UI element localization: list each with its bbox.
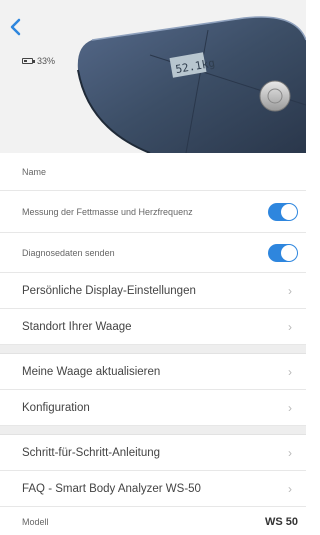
update-label: Meine Waage aktualisieren — [22, 365, 161, 378]
battery-status: 33% — [22, 56, 55, 66]
battery-icon — [22, 58, 35, 64]
fat-toggle[interactable] — [268, 202, 298, 221]
section-divider — [0, 345, 306, 354]
faq-label: FAQ - Smart Body Analyzer WS-50 — [22, 482, 201, 495]
display-label: Persönliche Display-Einstellungen — [22, 284, 196, 297]
chevron-right-icon: › — [288, 319, 292, 334]
model-label: Modell — [22, 517, 49, 527]
update-row[interactable]: Meine Waage aktualisieren › — [0, 354, 306, 390]
display-settings-row[interactable]: Persönliche Display-Einstellungen › — [0, 273, 306, 309]
chevron-right-icon: › — [288, 481, 292, 496]
diag-toggle[interactable] — [268, 243, 298, 262]
settings-list: Name Messung der Fettmasse und Herzfrequ… — [0, 153, 306, 535]
fat-label: Messung der Fettmasse und Herzfrequenz — [22, 206, 193, 217]
chevron-right-icon: › — [288, 283, 292, 298]
configuration-row[interactable]: Konfiguration › — [0, 390, 306, 426]
chevron-right-icon: › — [288, 364, 292, 379]
toggle-knob — [281, 203, 297, 220]
chevron-left-icon — [10, 18, 21, 36]
name-label: Name — [22, 166, 47, 177]
diagnostics-row: Diagnosedaten senden — [0, 233, 306, 273]
config-label: Konfiguration — [22, 401, 90, 414]
battery-text: 33% — [37, 56, 56, 66]
scale-hero: 52.1kg 33% — [0, 0, 306, 153]
diag-label: Diagnosedaten senden — [22, 247, 115, 258]
name-row[interactable]: Name — [0, 153, 306, 191]
section-divider — [0, 426, 306, 435]
location-label: Standort Ihrer Waage — [22, 320, 132, 333]
location-row[interactable]: Standort Ihrer Waage › — [0, 309, 306, 345]
faq-row[interactable]: FAQ - Smart Body Analyzer WS-50 › — [0, 471, 306, 507]
toggle-knob — [281, 244, 297, 261]
fat-measurement-row: Messung der Fettmasse und Herzfrequenz — [0, 191, 306, 233]
chevron-right-icon: › — [288, 400, 292, 415]
guide-row[interactable]: Schritt-für-Schritt-Anleitung › — [0, 435, 306, 471]
model-row: Modell WS 50 — [0, 507, 306, 535]
guide-label: Schritt-für-Schritt-Anleitung — [22, 446, 161, 459]
scale-image: 52.1kg — [77, 16, 306, 153]
back-button[interactable] — [6, 16, 28, 38]
chevron-right-icon: › — [288, 445, 292, 460]
model-value: WS 50 — [264, 516, 298, 528]
